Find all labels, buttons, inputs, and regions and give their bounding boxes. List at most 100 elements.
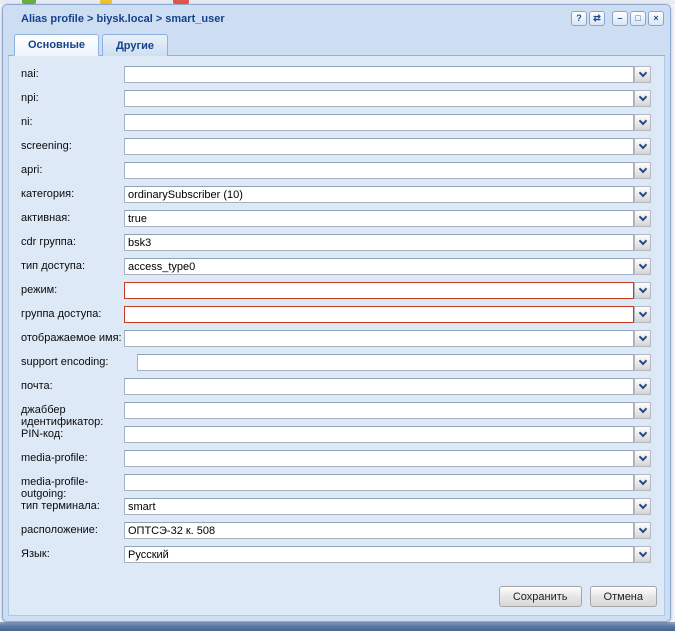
refresh-icon[interactable]: ⇄	[589, 11, 605, 26]
combo-value[interactable]: ordinarySubscriber (10)	[124, 186, 634, 203]
tab-strip: Основные Другие	[8, 29, 665, 56]
chevron-down-icon[interactable]	[634, 234, 651, 251]
chevron-down-icon[interactable]	[634, 474, 651, 491]
combobox[interactable]	[124, 90, 651, 107]
close-icon[interactable]: ×	[648, 11, 664, 26]
field-label: support encoding:	[21, 356, 109, 368]
combobox[interactable]	[124, 162, 651, 179]
field-label: джаббер идентификатор:	[21, 404, 104, 428]
form-row: support encoding:	[21, 354, 651, 371]
field-label: media-profile:	[21, 452, 88, 464]
combo-value[interactable]	[124, 450, 634, 467]
combo-value[interactable]	[124, 114, 634, 131]
combobox[interactable]	[137, 354, 651, 371]
form-row: screening:	[21, 138, 651, 155]
combobox[interactable]: Русский	[124, 546, 651, 563]
tab-drugie[interactable]: Другие	[101, 34, 168, 56]
page-background-band	[0, 622, 675, 631]
field-label: тип терминала:	[21, 500, 100, 512]
chevron-down-icon[interactable]	[634, 426, 651, 443]
combobox[interactable]: smart	[124, 498, 651, 515]
combobox[interactable]: access_type0	[124, 258, 651, 275]
cancel-button[interactable]: Отмена	[589, 586, 657, 607]
help-icon[interactable]: ?	[571, 11, 587, 26]
field-label: npi:	[21, 92, 39, 104]
minimize-icon[interactable]: –	[612, 11, 628, 26]
field-label: отображаемое имя:	[21, 332, 122, 344]
combobox[interactable]: ОПТСЭ-32 к. 508	[124, 522, 651, 539]
dialog-window: Alias profile > biysk.local > smart_user…	[2, 4, 671, 622]
chevron-down-icon[interactable]	[634, 186, 651, 203]
combobox[interactable]	[124, 330, 651, 347]
chevron-down-icon[interactable]	[634, 450, 651, 467]
window-title: Alias profile > biysk.local > smart_user	[21, 12, 225, 25]
titlebar: Alias profile > biysk.local > smart_user…	[3, 5, 670, 29]
combobox[interactable]	[124, 378, 651, 395]
form-row: джаббер идентификатор:	[21, 402, 651, 428]
chevron-down-icon[interactable]	[634, 258, 651, 275]
combo-value[interactable]: Русский	[124, 546, 634, 563]
chevron-down-icon[interactable]	[634, 138, 651, 155]
field-label: категория:	[21, 188, 75, 200]
combo-value[interactable]	[124, 66, 634, 83]
chevron-down-icon[interactable]	[634, 522, 651, 539]
chevron-down-icon[interactable]	[634, 162, 651, 179]
combobox[interactable]	[124, 66, 651, 83]
chevron-down-icon[interactable]	[634, 114, 651, 131]
combo-value[interactable]	[124, 474, 634, 491]
combo-value[interactable]	[124, 330, 634, 347]
save-button[interactable]: Сохранить	[498, 586, 582, 607]
combo-value[interactable]	[124, 426, 634, 443]
chevron-down-icon[interactable]	[634, 306, 651, 323]
chevron-down-icon[interactable]	[634, 354, 651, 371]
chevron-down-icon[interactable]	[634, 330, 651, 347]
combobox[interactable]: ordinarySubscriber (10)	[124, 186, 651, 203]
form-row: npi:	[21, 90, 651, 107]
combo-value[interactable]: bsk3	[124, 234, 634, 251]
combo-value[interactable]	[124, 402, 634, 419]
field-label: расположение:	[21, 524, 98, 536]
field-label: тип доступа:	[21, 260, 86, 272]
form-row: PIN-код:	[21, 426, 651, 443]
combo-value[interactable]	[137, 354, 634, 371]
field-label: режим:	[21, 284, 58, 296]
chevron-down-icon[interactable]	[634, 66, 651, 83]
combo-value[interactable]	[124, 378, 634, 395]
footer-toolbar: Сохранить Отмена	[9, 586, 664, 615]
combo-value[interactable]: smart	[124, 498, 634, 515]
chevron-down-icon[interactable]	[634, 498, 651, 515]
combobox[interactable]	[124, 474, 651, 491]
chevron-down-icon[interactable]	[634, 546, 651, 563]
combobox[interactable]: true	[124, 210, 651, 227]
combo-value[interactable]	[124, 162, 634, 179]
combobox[interactable]	[124, 138, 651, 155]
chevron-down-icon[interactable]	[634, 90, 651, 107]
combobox[interactable]	[124, 450, 651, 467]
combo-value[interactable]	[124, 90, 634, 107]
combo-value[interactable]: access_type0	[124, 258, 634, 275]
chevron-down-icon[interactable]	[634, 402, 651, 419]
chevron-down-icon[interactable]	[634, 210, 651, 227]
combo-value[interactable]	[124, 138, 634, 155]
form: nai: npi: ni: screening: apri: категория…	[9, 56, 664, 570]
combobox[interactable]: bsk3	[124, 234, 651, 251]
chevron-down-icon[interactable]	[634, 282, 651, 299]
combo-value[interactable]	[124, 282, 634, 299]
combo-value[interactable]: ОПТСЭ-32 к. 508	[124, 522, 634, 539]
tab-panel: Основные Другие nai: npi: ni: screening:	[8, 29, 665, 616]
combobox[interactable]	[124, 306, 651, 323]
combobox[interactable]	[124, 114, 651, 131]
chevron-down-icon[interactable]	[634, 378, 651, 395]
tab-osnovnye[interactable]: Основные	[14, 34, 99, 56]
form-row: nai:	[21, 66, 651, 83]
combobox[interactable]	[124, 426, 651, 443]
combo-value[interactable]	[124, 306, 634, 323]
form-row: группа доступа:	[21, 306, 651, 323]
maximize-icon[interactable]: □	[630, 11, 646, 26]
combobox[interactable]	[124, 282, 651, 299]
form-row: отображаемое имя:	[21, 330, 651, 347]
form-row: категория: ordinarySubscriber (10)	[21, 186, 651, 203]
combo-value[interactable]: true	[124, 210, 634, 227]
form-row: тип терминала: smart	[21, 498, 651, 515]
combobox[interactable]	[124, 402, 651, 419]
